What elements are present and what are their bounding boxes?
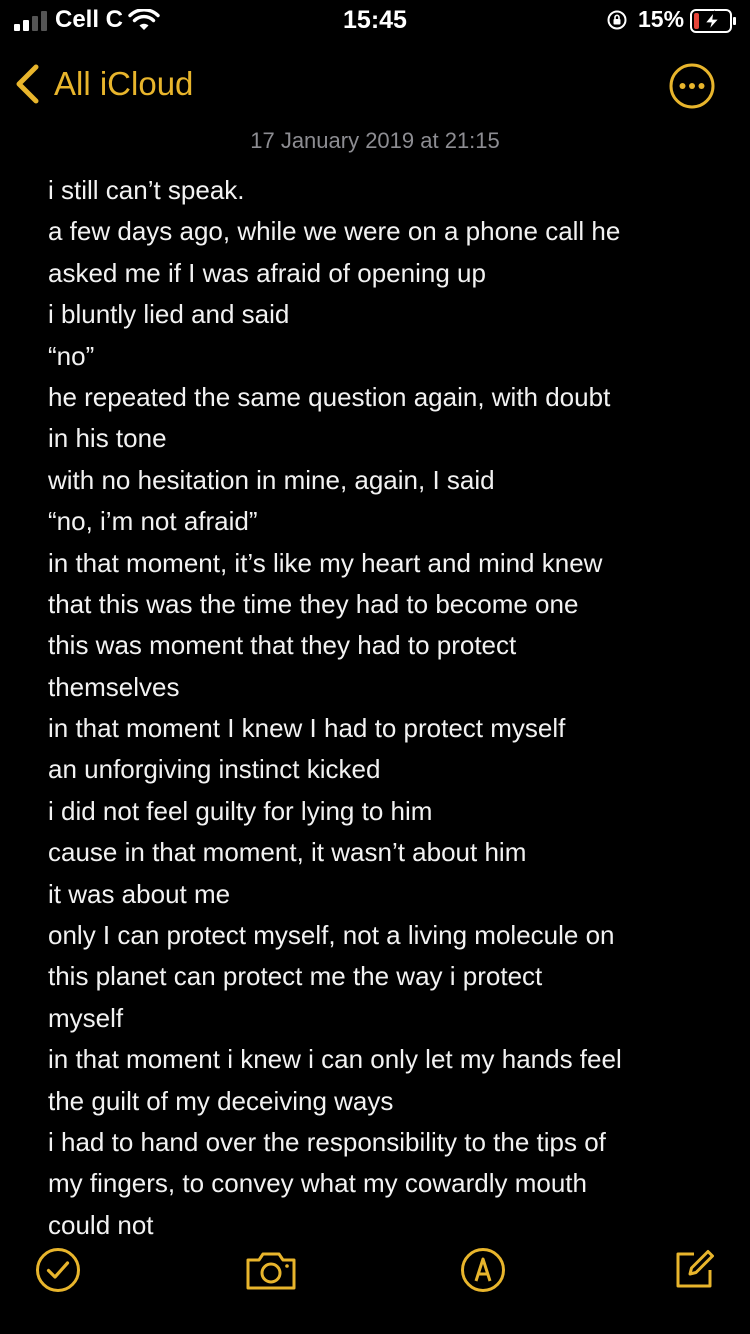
note-line: this was moment that they had to protect <box>48 630 517 661</box>
note-line: myself <box>48 1002 124 1033</box>
camera-icon[interactable] <box>244 1246 298 1294</box>
note-line: in his tone <box>48 423 167 454</box>
note-line: in that moment, it’s like my heart and m… <box>48 547 603 578</box>
note-line: that this was the time they had to becom… <box>48 588 579 619</box>
battery-charging-icon <box>690 9 736 33</box>
note-line: my fingers, to convey what my cowardly m… <box>48 1168 587 1199</box>
note-line: he repeated the same question again, wit… <box>48 381 611 412</box>
bottom-toolbar <box>0 1234 750 1334</box>
note-line: a few days ago, while we were on a phone… <box>48 216 621 247</box>
back-label: All iCloud <box>54 65 194 102</box>
note-line: “no, i’m not afraid” <box>48 506 258 537</box>
note-line: “no” <box>48 340 95 371</box>
chevron-left-icon <box>16 64 39 104</box>
markup-icon[interactable] <box>459 1246 507 1294</box>
note-line: an unforgiving instinct kicked <box>48 754 381 785</box>
note-line: this planet can protect me the way i pro… <box>48 961 543 992</box>
note-body[interactable]: i still can’t speak. a few days ago, whil… <box>48 170 718 1246</box>
note-line: with no hesitation in mine, again, I sai… <box>48 464 495 495</box>
note-line: only I can protect myself, not a living … <box>48 920 615 951</box>
more-icon[interactable] <box>668 62 716 110</box>
note-line: in that moment i knew i can only let my … <box>48 1044 622 1075</box>
note-line: the guilt of my deceiving ways <box>48 1085 394 1116</box>
note-line: i still can’t speak. <box>48 175 245 205</box>
checklist-icon[interactable] <box>34 1246 82 1294</box>
note-line: themselves <box>48 671 180 702</box>
back-button[interactable]: All iCloud <box>14 58 193 110</box>
status-bar: Cell C 15:45 15% <box>0 0 750 40</box>
note-line: i did not feel guilty for lying to him <box>48 795 433 826</box>
note-date: 17 January 2019 at 21:15 <box>250 128 500 153</box>
note-line: it was about me <box>48 878 231 909</box>
note-line: asked me if I was afraid of opening up <box>48 257 486 288</box>
note-line: i had to hand over the responsibility to… <box>48 1126 606 1157</box>
note-line: cause in that moment, it wasn’t about hi… <box>48 837 527 868</box>
note-line: i bluntly lied and said <box>48 299 290 330</box>
orientation-lock-icon <box>607 10 627 30</box>
battery-percent: 15% <box>638 6 685 32</box>
compose-icon[interactable] <box>670 1246 718 1294</box>
note-line: in that moment I knew I had to protect m… <box>48 713 566 744</box>
